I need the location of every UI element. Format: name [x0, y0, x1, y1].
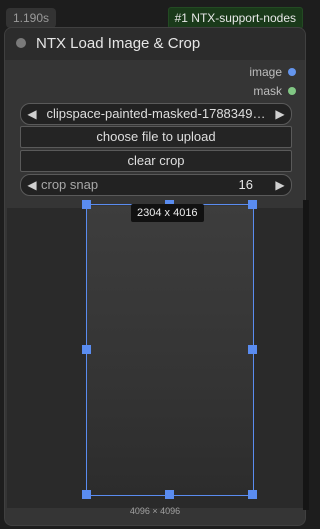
crop-handle-top-left[interactable] — [82, 200, 91, 209]
crop-handle-bottom[interactable] — [165, 490, 174, 499]
crop-snap-label: crop snap — [41, 177, 99, 192]
crop-handle-right[interactable] — [248, 345, 257, 354]
node-title-bar[interactable]: NTX Load Image & Crop — [5, 28, 305, 60]
scrollbar[interactable] — [303, 200, 309, 510]
output-mask-label: mask — [253, 84, 282, 98]
crop-snap-number[interactable]: ◀ crop snap 16 ▶ — [20, 174, 292, 196]
image-dimensions: 4096 × 4096 — [129, 506, 181, 516]
load-image-crop-node[interactable]: NTX Load Image & Crop image mask ◀ clips… — [4, 27, 306, 526]
crop-size-label: 2304 x 4016 — [131, 204, 204, 222]
combo-prev-arrow-icon[interactable]: ◀ — [23, 104, 41, 124]
crop-snap-decrement-icon[interactable]: ◀ — [23, 175, 41, 195]
crop-snap-increment-icon[interactable]: ▶ — [271, 175, 289, 195]
execution-time-badge: 1.190s — [6, 8, 57, 28]
choose-file-button[interactable]: choose file to upload — [20, 126, 292, 148]
image-combo[interactable]: ◀ clipspace-painted-masked-1788349… ▶ — [20, 103, 292, 125]
output-image-slot-icon[interactable] — [288, 68, 296, 76]
crop-snap-value: 16 — [238, 177, 253, 192]
node-source-badge: #1 NTX-support-nodes — [167, 7, 303, 29]
collapse-dot-icon[interactable] — [16, 38, 26, 48]
output-mask-slot-icon[interactable] — [288, 87, 296, 95]
combo-next-arrow-icon[interactable]: ▶ — [271, 104, 289, 124]
clear-crop-button[interactable]: clear crop — [20, 150, 292, 172]
image-combo-value: clipspace-painted-masked-1788349… — [46, 106, 266, 121]
crop-handle-bottom-left[interactable] — [82, 490, 91, 499]
output-image-label: image — [249, 65, 282, 79]
crop-handle-top-right[interactable] — [248, 200, 257, 209]
crop-handle-bottom-right[interactable] — [248, 490, 257, 499]
output-image[interactable]: image — [249, 64, 296, 80]
output-mask[interactable]: mask — [253, 83, 296, 99]
crop-rectangle[interactable] — [86, 204, 254, 496]
crop-handle-left[interactable] — [82, 345, 91, 354]
node-title: NTX Load Image & Crop — [36, 35, 201, 52]
